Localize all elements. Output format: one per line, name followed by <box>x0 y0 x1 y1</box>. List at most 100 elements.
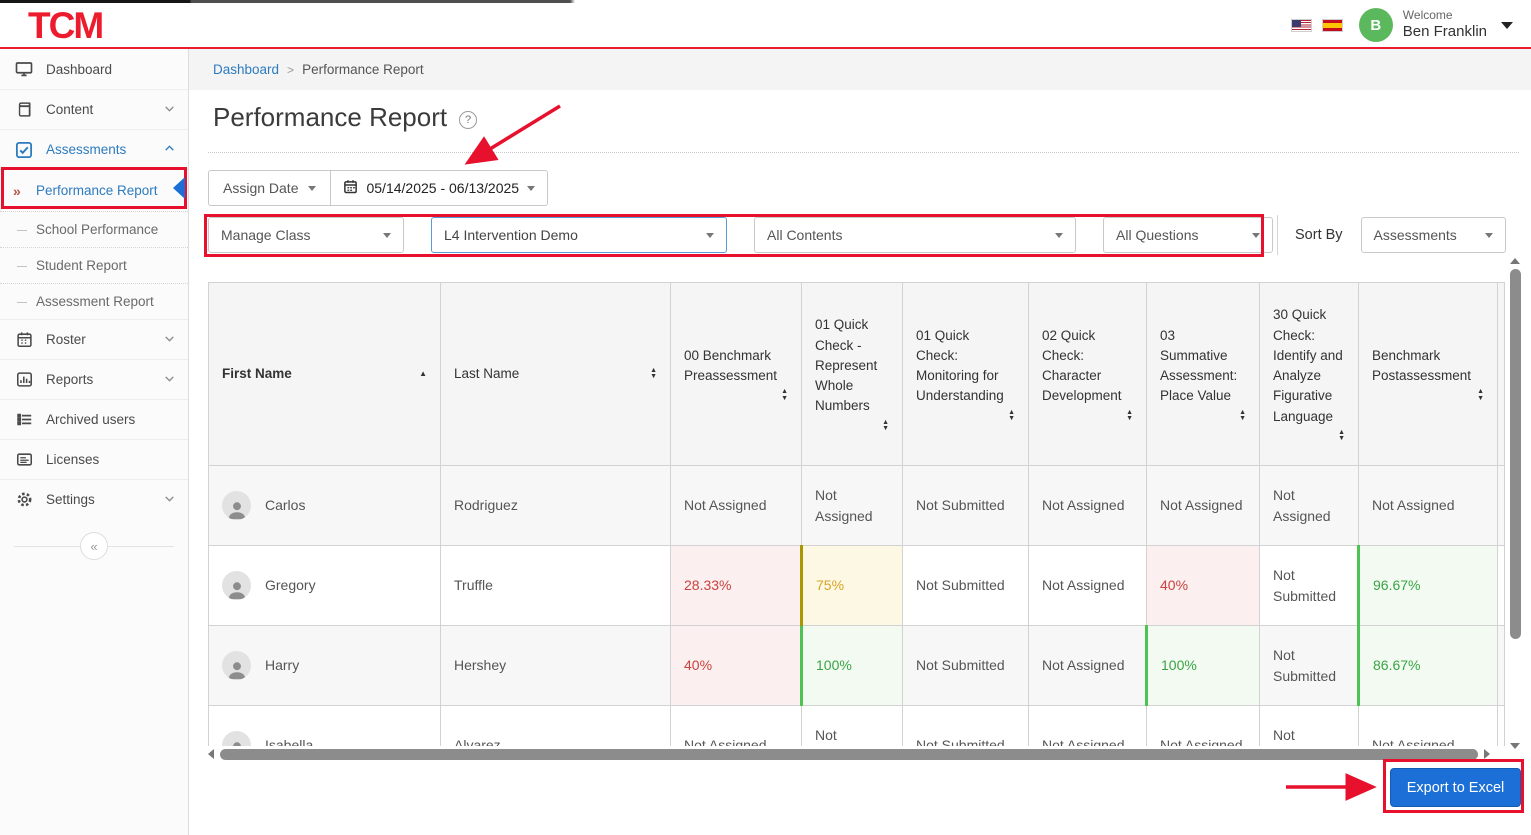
column-header[interactable]: 30 Quick Check: Identify and Analyze Fig… <box>1260 283 1359 466</box>
sort-by-value: Assessments <box>1374 227 1457 243</box>
assign-date-label: Assign Date <box>223 180 298 196</box>
sidebar-item-content[interactable]: Content <box>0 89 188 129</box>
manage-class-dropdown[interactable]: Manage Class <box>208 217 404 253</box>
sidebar-item-school-performance[interactable]: School Performance <box>0 211 188 247</box>
sidebar-item-label: Settings <box>46 492 163 507</box>
student-avatar-icon <box>222 651 251 680</box>
score-cell: Not Assigned <box>1260 706 1359 747</box>
performance-table: First Name▲Last Name▲▼00 Benchmark Preas… <box>208 282 1505 746</box>
sidebar-subitem-label: Performance Report <box>36 183 158 198</box>
score-cell: Not Assigned <box>671 466 802 546</box>
breadcrumb-dashboard-link[interactable]: Dashboard <box>213 62 279 77</box>
help-icon[interactable]: ? <box>459 111 477 129</box>
assign-date-dropdown[interactable]: Assign Date <box>208 170 330 206</box>
last-name-cell: Rodriguez <box>441 466 671 546</box>
active-item-marker-icon: » <box>13 183 21 199</box>
chevron-down-icon <box>163 102 176 118</box>
table-row: IsabellaAlvarezNot AssignedNot AssignedN… <box>209 706 1505 747</box>
calendar-icon <box>343 179 358 197</box>
sidebar-item-reports[interactable]: Reports <box>0 359 188 399</box>
sort-icon: ▲▼ <box>882 420 889 433</box>
sidebar-collapse-button[interactable]: « <box>80 532 108 560</box>
score-cell: Not Submitted <box>903 466 1029 546</box>
monitor-icon <box>15 60 33 78</box>
divider <box>1277 215 1278 255</box>
chevron-down-icon <box>163 332 176 348</box>
first-name-text: Gregory <box>265 575 316 595</box>
column-header[interactable]: 01 Quick Check: Monitoring for Understan… <box>903 283 1029 466</box>
sidebar-item-licenses[interactable]: Licenses <box>0 439 188 479</box>
user-avatar[interactable]: B <box>1359 8 1393 42</box>
score-cell: Not Assigned <box>802 706 903 747</box>
sort-by-dropdown[interactable]: Assessments <box>1361 217 1506 253</box>
column-label: 30 Quick Check: Identify and Analyze Fig… <box>1273 305 1345 427</box>
caret-down-icon <box>1252 233 1260 238</box>
scroll-down-arrow-icon[interactable] <box>1510 743 1520 749</box>
score-cell: Not Assigned <box>1029 706 1147 747</box>
filters-row: Manage Class L4 Intervention Demo All Co… <box>208 217 1273 253</box>
vertical-scrollbar-thumb[interactable] <box>1510 269 1521 639</box>
sidebar-item-archived-users[interactable]: Archived users <box>0 399 188 439</box>
sidebar-item-label: Content <box>46 102 163 117</box>
app-logo[interactable]: TCM <box>28 7 102 44</box>
export-to-excel-button[interactable]: Export to Excel <box>1390 768 1521 807</box>
table-header-row: First Name▲Last Name▲▼00 Benchmark Preas… <box>209 283 1505 466</box>
sort-icon: ▲▼ <box>1477 389 1484 402</box>
sidebar-item-performance-report[interactable]: » Performance Report <box>0 169 188 211</box>
sidebar-item-dashboard[interactable]: Dashboard <box>0 49 188 89</box>
scroll-up-arrow-icon[interactable] <box>1510 258 1520 264</box>
sort-ascending-icon: ▲ <box>419 368 427 380</box>
welcome-label: Welcome <box>1403 8 1487 23</box>
score-cell: 75% <box>802 546 903 626</box>
contents-value: All Contents <box>767 227 842 243</box>
score-cell: Not Assigned <box>1147 466 1260 546</box>
questions-dropdown[interactable]: All Questions <box>1103 217 1273 253</box>
score-cell: 100% <box>802 626 903 706</box>
assign-date-filter: Assign Date 05/14/2025 - 06/13/2025 <box>208 170 548 206</box>
column-header[interactable]: Last Name▲▼ <box>441 283 671 466</box>
sidebar-item-assessments[interactable]: Assessments <box>0 129 188 169</box>
sidebar-subitem-label: Student Report <box>36 258 127 273</box>
table-row: GregoryTruffle28.33%75%Not SubmittedNot … <box>209 546 1505 626</box>
caret-down-icon <box>383 233 391 238</box>
column-header[interactable]: First Name▲ <box>209 283 441 466</box>
column-header[interactable]: 00 Benchmark Preassessment▲▼ <box>671 283 802 466</box>
breadcrumb-separator: > <box>287 63 294 77</box>
sidebar-item-roster[interactable]: Roster <box>0 319 188 359</box>
divider <box>208 152 1519 153</box>
first-name-cell: Gregory <box>209 546 441 626</box>
user-menu-caret-icon[interactable] <box>1501 22 1513 29</box>
scroll-left-arrow-icon[interactable] <box>208 749 214 759</box>
vertical-scrollbar[interactable] <box>1509 258 1521 749</box>
language-us-flag-icon[interactable] <box>1291 19 1312 32</box>
first-name-text: Harry <box>265 655 299 675</box>
scroll-right-arrow-icon[interactable] <box>1484 749 1490 759</box>
score-cell: 100% <box>1147 626 1260 706</box>
language-es-flag-icon[interactable] <box>1322 19 1343 32</box>
sidebar-item-student-report[interactable]: Student Report <box>0 247 188 283</box>
sidebar-item-label: Archived users <box>46 412 176 427</box>
chevron-up-icon <box>163 142 176 158</box>
caret-down-icon <box>527 186 535 191</box>
column-header[interactable]: 03 Summative Assessment: Place Value▲▼ <box>1147 283 1260 466</box>
sidebar-item-settings[interactable]: Settings <box>0 479 188 519</box>
performance-table-container: First Name▲Last Name▲▼00 Benchmark Preas… <box>208 282 1505 746</box>
caret-down-icon <box>706 233 714 238</box>
gear-icon <box>15 491 33 509</box>
sidebar-item-assessment-report[interactable]: Assessment Report <box>0 283 188 319</box>
contents-dropdown[interactable]: All Contents <box>754 217 1076 253</box>
horizontal-scrollbar[interactable] <box>208 748 1504 760</box>
class-select-dropdown[interactable]: L4 Intervention Demo <box>431 217 727 253</box>
header-user-area: B Welcome Ben Franklin <box>1291 8 1513 42</box>
column-label: Last Name <box>454 364 519 384</box>
column-header[interactable]: 01 Quick Check - Represent Whole Numbers… <box>802 283 903 466</box>
column-label: 02 Quick Check: Character Development <box>1042 326 1133 407</box>
questions-value: All Questions <box>1116 227 1198 243</box>
column-header[interactable]: 02 Quick Check: Character Development▲▼ <box>1029 283 1147 466</box>
score-cell: Not Assigned <box>802 466 903 546</box>
horizontal-scrollbar-thumb[interactable] <box>220 749 1478 760</box>
student-avatar-icon <box>222 571 251 600</box>
column-header[interactable]: Benchmark Postassessment▲▼ <box>1359 283 1498 466</box>
chevron-down-icon <box>163 492 176 508</box>
date-range-picker[interactable]: 05/14/2025 - 06/13/2025 <box>330 170 548 206</box>
